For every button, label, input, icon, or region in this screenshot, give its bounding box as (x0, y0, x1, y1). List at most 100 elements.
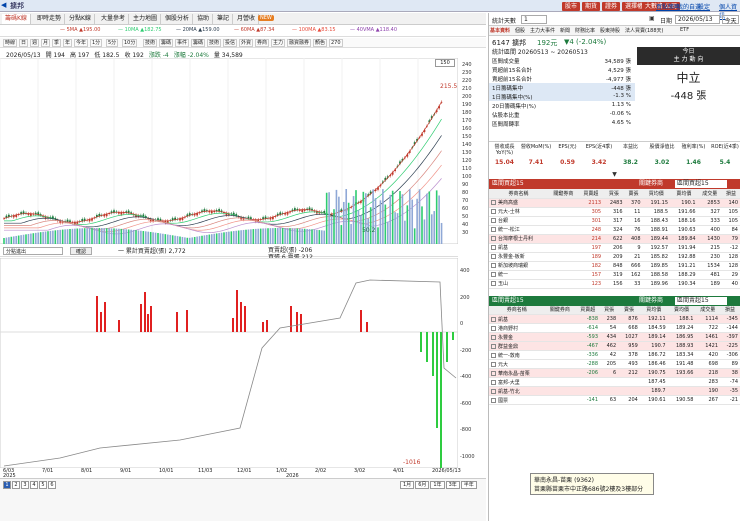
rp-tab-5[interactable]: 股東持股 (600, 27, 620, 34)
table-row[interactable]: 美商高盛 2113 2483 370 191.15 190.1 2853 140 (489, 198, 740, 208)
page-tab-6[interactable]: 6 (48, 481, 56, 489)
table-row[interactable]: 富邦-大里 187.45 283 -74 (489, 377, 740, 387)
page-tab-2[interactable]: 2 (12, 481, 20, 489)
table-row[interactable]: 元大-士林 305 316 11 188.5 191.66 327 105 (489, 207, 740, 217)
column-header[interactable]: 賣張 (618, 305, 640, 315)
range-btn-1[interactable]: 6月 (415, 481, 430, 489)
toolbar-tab-1[interactable]: 即時走勢 (34, 14, 66, 24)
period-btn-6[interactable]: 今年 (74, 39, 89, 47)
toolbar-tab-7[interactable]: 筆記 (214, 14, 234, 24)
period-btn-10[interactable]: 技術 (143, 39, 158, 47)
today-button[interactable]: 今天 (722, 15, 739, 25)
toolbar-tab-6[interactable]: 協助 (194, 14, 214, 24)
table-row[interactable]: 國票 -141 63 204 190.61 190.58 267 -21 (489, 395, 740, 405)
checkbox-icon[interactable] (491, 397, 496, 403)
column-header[interactable]: 成交量 (697, 189, 722, 199)
table-row[interactable]: 統一 157 319 162 188.58 188.29 481 29 (489, 270, 740, 280)
table-row[interactable]: 凱基 -838 238 876 192.11 188.1 1114 -345 (489, 314, 740, 324)
table-row[interactable]: 新加坡商瑞銀 182 848 666 189.85 191.21 1534 128 (489, 261, 740, 271)
column-header[interactable]: 賣均價 (670, 189, 698, 199)
column-header[interactable]: 買均價 (642, 189, 671, 199)
top-link-2[interactable]: 設定 (698, 2, 710, 11)
period-btn-11[interactable]: 籌碼 (159, 39, 174, 47)
column-header[interactable]: 買張 (603, 189, 625, 199)
range-btn-4[interactable]: 半年 (460, 481, 477, 489)
page-tab-4[interactable]: 4 (30, 481, 38, 489)
period-btn-3[interactable]: 月 (41, 39, 51, 47)
confirm-button[interactable]: 確認 (70, 247, 92, 255)
period-btn-18[interactable]: 主力 (271, 39, 286, 47)
range-btn-3[interactable]: 3年 (445, 481, 460, 489)
buy-filter-select[interactable]: 區間買超15 (675, 180, 727, 188)
period-btn-9[interactable]: 10分 (122, 39, 138, 47)
rp-tab-7[interactable]: ETF (680, 27, 689, 33)
column-header[interactable]: 券商名稱 (489, 305, 545, 315)
table-row[interactable]: 統一-敦南 -336 42 378 186.72 183.34 420 -306 (489, 350, 740, 360)
checkbox-icon[interactable] (491, 388, 496, 394)
broker-chart[interactable]: -1016 (0, 258, 458, 468)
top-pill-2[interactable]: 證券 (602, 2, 621, 11)
period-btn-16[interactable]: 外資 (239, 39, 254, 47)
period-btn-8[interactable]: 5分 (106, 39, 119, 47)
rp-tab-0[interactable]: 基本資料 (490, 27, 510, 34)
rp-tab-1[interactable]: 個股 (515, 27, 525, 34)
checkbox-icon[interactable] (491, 227, 496, 232)
period-btn-17[interactable]: 券商 (255, 39, 270, 47)
table-row[interactable]: 港商野村 -614 54 668 184.59 189.24 722 -144 (489, 323, 740, 333)
column-header[interactable]: 買賣超 (575, 305, 601, 315)
table-row[interactable]: 台銀 301 317 16 188.43 188.16 333 105 (489, 216, 740, 226)
checkbox-icon[interactable] (491, 352, 496, 358)
rp-tab-2[interactable]: 主力大事件 (530, 27, 555, 34)
toolbar-tab-4[interactable]: 主力地圖 (130, 14, 162, 24)
table-row[interactable]: 玉山 123 156 33 189.96 190.34 189 40 (489, 279, 740, 289)
period-btn-12[interactable]: 事件 (175, 39, 190, 47)
top-pill-0[interactable]: 股市 (562, 2, 581, 11)
period-btn-21[interactable]: 270 (329, 39, 343, 47)
checkbox-icon[interactable] (491, 361, 496, 367)
checkbox-icon[interactable] (491, 236, 496, 241)
checkbox-icon[interactable] (491, 254, 496, 259)
column-header[interactable]: 買賣超 (578, 189, 604, 199)
column-header[interactable]: 買張 (600, 305, 619, 315)
column-header[interactable]: 賣均價 (667, 305, 696, 315)
period-btn-2[interactable]: 週 (30, 39, 40, 47)
date-input[interactable]: 2026/05/13 (675, 15, 720, 24)
toolbar-tab-5[interactable]: 個股分析 (162, 14, 194, 24)
table-row[interactable]: 凱基-竹北 189.7 190 -35 (489, 386, 740, 396)
checkbox-icon[interactable] (491, 200, 496, 205)
period-btn-5[interactable]: 年 (63, 39, 73, 47)
table-row[interactable]: 群益金鼎 -467 462 959 190.7 188.93 1421 -225 (489, 341, 740, 351)
column-header[interactable]: 損益 (721, 189, 740, 199)
toolbar-tab-8[interactable]: 月營收 (234, 14, 260, 24)
checkbox-icon[interactable] (491, 245, 496, 250)
table-row[interactable]: 台灣摩根士丹利 214 622 408 189.44 189.84 1430 79 (489, 234, 740, 244)
back-icon[interactable]: ◀ (1, 1, 6, 9)
period-btn-1[interactable]: 日 (19, 39, 29, 47)
count-select[interactable]: 1 (521, 15, 547, 24)
page-tab-1[interactable]: 1 (3, 481, 11, 489)
column-header[interactable]: 成交量 (695, 305, 721, 315)
checkbox-icon[interactable] (491, 281, 496, 286)
broker-select[interactable]: 分點進出 (3, 247, 63, 255)
column-header[interactable]: 買均價 (639, 305, 668, 315)
period-btn-15[interactable]: 投信 (223, 39, 238, 47)
period-btn-14[interactable]: 技術 (207, 39, 222, 47)
period-btn-4[interactable]: 季 (52, 39, 62, 47)
rp-tab-4[interactable]: 財務比率 (575, 27, 595, 34)
table-row[interactable]: 永豐金 -593 434 1027 189.14 186.95 1461 -397 (489, 332, 740, 342)
column-header[interactable]: 券商名稱 (489, 189, 548, 199)
checkbox-icon[interactable] (491, 218, 496, 223)
column-header[interactable]: 賣張 (624, 189, 643, 199)
table-row[interactable]: 元大 -288 205 493 186.46 191.48 698 89 (489, 359, 740, 369)
column-header[interactable]: 關鍵券商 (544, 305, 576, 315)
period-btn-20[interactable]: 顏色 (313, 39, 328, 47)
rp-tab-3[interactable]: 新聞 (560, 27, 570, 34)
checkbox-icon[interactable] (491, 334, 496, 340)
range-btn-0[interactable]: 1月 (400, 481, 415, 489)
checkbox-icon[interactable] (491, 272, 496, 277)
calendar-icon[interactable]: ▣ (649, 15, 655, 22)
checkbox-icon[interactable] (491, 316, 496, 322)
checkbox-icon[interactable] (491, 379, 496, 385)
checkbox-icon[interactable] (491, 370, 496, 376)
checkbox-icon[interactable] (491, 263, 496, 268)
